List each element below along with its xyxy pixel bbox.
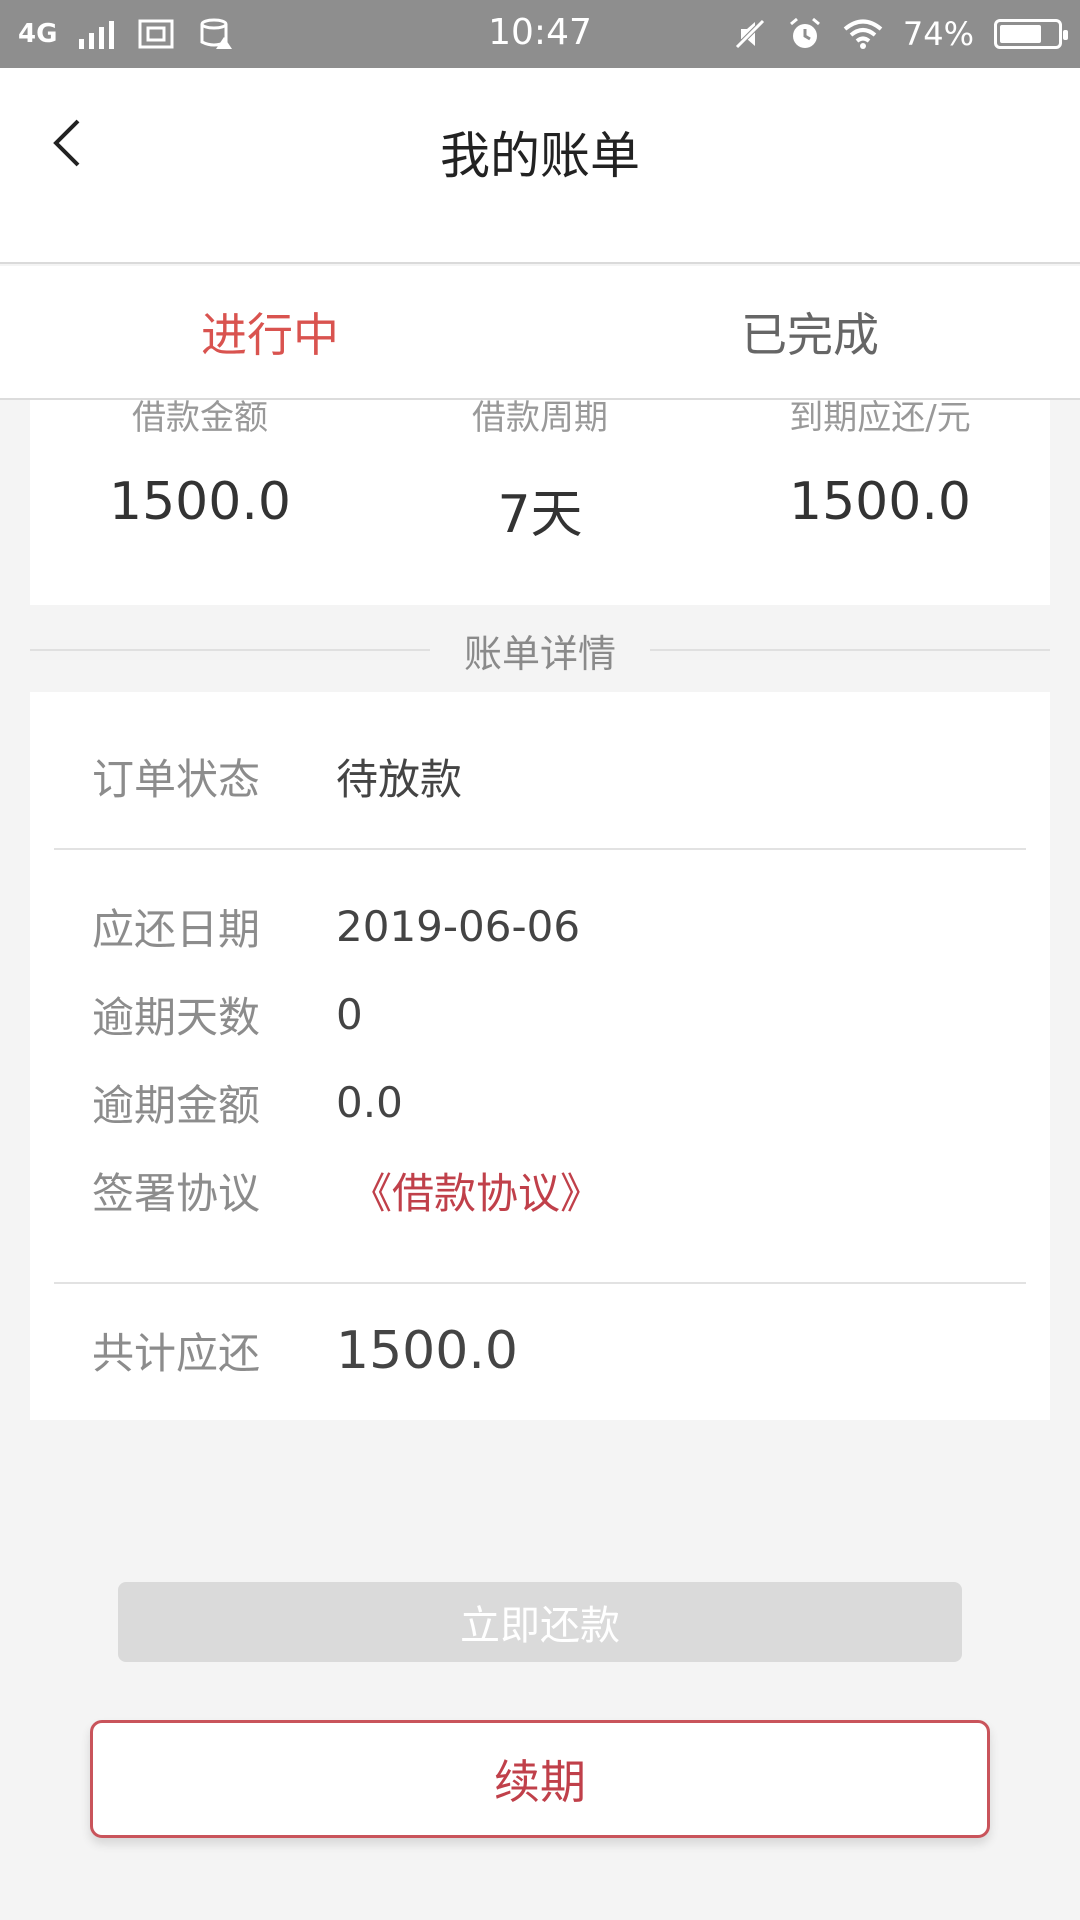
nav-bar: 我的账单 xyxy=(0,68,1080,264)
detail-row-overdue-days: 逾期天数 0 xyxy=(92,984,363,1045)
detail-row-status: 订单状态 待放款 xyxy=(92,746,462,807)
bill-details-card: 订单状态 待放款 应还日期 2019-06-06 逾期天数 0 逾期金额 0.0… xyxy=(30,692,1050,1420)
separator xyxy=(54,1282,1026,1284)
battery-percent: 74% xyxy=(902,15,974,53)
summary-value: 1500.0 xyxy=(109,472,291,532)
screen: 4G 10:47 74% 我的账单 借款金额 1500.0 借款周期 7天 到期… xyxy=(0,0,1080,1920)
repay-now-button[interactable]: 立即还款 xyxy=(118,1582,962,1662)
page-title: 我的账单 xyxy=(440,127,640,185)
detail-label: 逾期金额 xyxy=(92,1081,261,1130)
status-left: 4G xyxy=(18,17,234,51)
tab-in-progress[interactable]: 进行中 xyxy=(0,266,540,398)
detail-row-overdue-amount: 逾期金额 0.0 xyxy=(92,1072,403,1133)
battery-level xyxy=(1000,25,1042,43)
network-type: 4G xyxy=(18,19,58,49)
detail-label: 订单状态 xyxy=(92,755,261,804)
detail-label: 签署协议 xyxy=(92,1169,261,1218)
total-amount: 1500.0 xyxy=(336,1320,518,1381)
summary-value: 7天 xyxy=(497,485,583,545)
divider-line xyxy=(650,649,1051,651)
signal-icon xyxy=(79,19,115,49)
summary-due-amount: 到期应还/元 1500.0 xyxy=(710,380,1050,605)
alarm-icon xyxy=(789,17,820,48)
renew-button[interactable]: 续期 xyxy=(90,1720,990,1838)
status-bar: 4G 10:47 74% xyxy=(0,0,1080,68)
status-right: 74% xyxy=(733,15,1068,53)
detail-value: 0 xyxy=(336,990,363,1039)
wifi-icon xyxy=(843,19,883,49)
detail-value: 2019-06-06 xyxy=(336,902,581,951)
detail-label: 应还日期 xyxy=(92,905,261,954)
tab-completed[interactable]: 已完成 xyxy=(540,266,1080,398)
detail-value: 待放款 xyxy=(336,755,463,804)
storage-alert-icon xyxy=(200,18,233,49)
section-title: 账单详情 xyxy=(464,631,617,676)
section-divider: 账单详情 xyxy=(30,618,1051,682)
separator xyxy=(54,848,1026,850)
detail-label: 共计应还 xyxy=(92,1329,261,1378)
tab-bar: 进行中 已完成 xyxy=(0,266,1080,400)
summary-loan-amount: 借款金额 1500.0 xyxy=(30,380,370,605)
divider-line xyxy=(30,649,430,651)
screenshot-icon xyxy=(138,19,174,49)
battery-icon xyxy=(994,19,1068,49)
summary-loan-period: 借款周期 7天 xyxy=(370,380,710,605)
loan-summary-card: 借款金额 1500.0 借款周期 7天 到期应还/元 1500.0 xyxy=(30,380,1050,605)
mute-icon xyxy=(735,19,765,49)
detail-label: 逾期天数 xyxy=(92,993,261,1042)
summary-value: 1500.0 xyxy=(789,472,971,532)
detail-value: 0.0 xyxy=(336,1078,403,1127)
detail-row-total: 共计应还 1500.0 xyxy=(92,1320,518,1381)
detail-row-agreement: 签署协议 《借款协议》 xyxy=(92,1160,602,1221)
loan-agreement-link[interactable]: 《借款协议》 xyxy=(350,1160,602,1221)
detail-row-due-date: 应还日期 2019-06-06 xyxy=(92,896,580,957)
